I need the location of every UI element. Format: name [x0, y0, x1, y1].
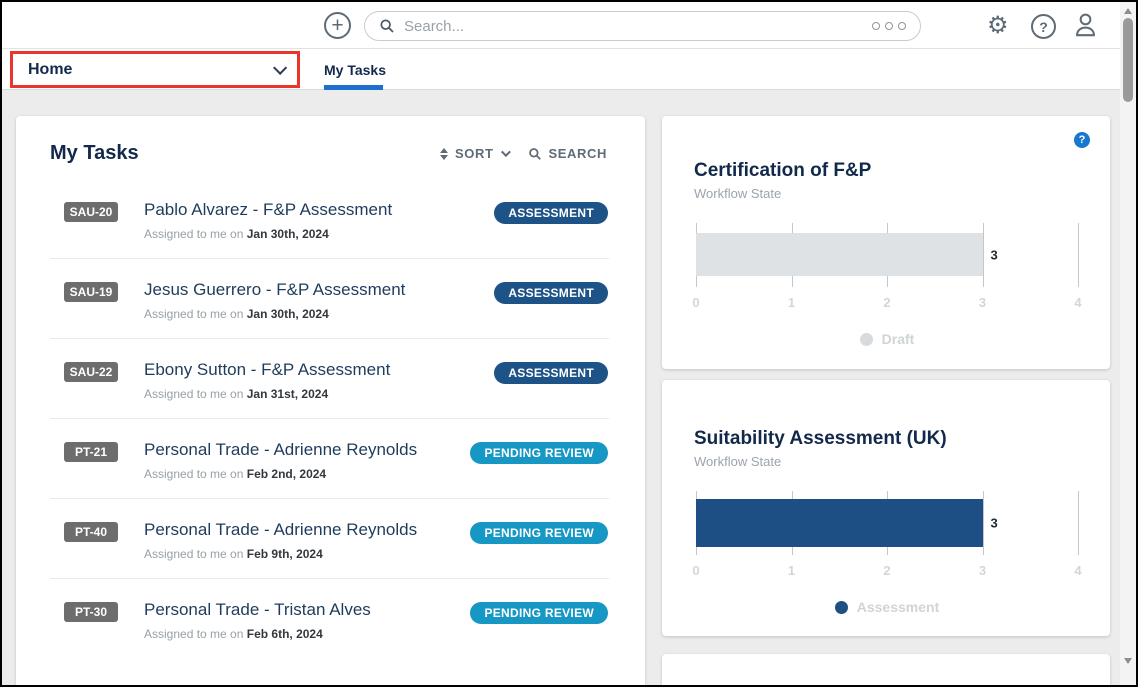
- task-assigned: Assigned to me on Jan 30th, 2024: [144, 307, 494, 321]
- task-title[interactable]: Jesus Guerrero - F&P Assessment: [144, 279, 494, 300]
- bar-value-label: 3: [991, 516, 998, 531]
- task-id-badge[interactable]: SAU-22: [64, 362, 118, 382]
- search-icon: [528, 147, 542, 161]
- task-id-badge[interactable]: PT-30: [64, 602, 118, 622]
- home-dropdown[interactable]: Home: [10, 51, 300, 88]
- settings-gear-icon[interactable]: ⚙: [987, 13, 1009, 38]
- legend-dot: [860, 333, 873, 346]
- status-badge: PENDING REVIEW: [470, 442, 608, 464]
- tab-my-tasks[interactable]: My Tasks: [324, 49, 386, 90]
- task-id-badge[interactable]: SAU-19: [64, 282, 118, 302]
- task-title[interactable]: Personal Trade - Tristan Alves: [144, 599, 470, 620]
- x-axis: 0 1 2 3 4: [696, 563, 1078, 579]
- chart-card-suitability: Suitability Assessment (UK) Workflow Sta…: [662, 380, 1110, 636]
- scroll-down-icon[interactable]: [1124, 658, 1132, 664]
- search-icon: [379, 18, 395, 34]
- legend-label: Assessment: [857, 599, 940, 615]
- bar-value-label: 3: [991, 248, 998, 263]
- chart-title: Certification of F&P: [694, 116, 1078, 182]
- chart-card-partial: [662, 654, 1110, 687]
- chart-card-certification: ? Certification of F&P Workflow State 3 …: [662, 116, 1110, 369]
- nav-bar: Home My Tasks: [2, 49, 1122, 90]
- search-label: SEARCH: [549, 146, 608, 161]
- chart-bar-draft[interactable]: [696, 233, 983, 276]
- task-title[interactable]: Personal Trade - Adrienne Reynolds: [144, 439, 470, 460]
- chart-title: Suitability Assessment (UK): [694, 380, 1078, 450]
- task-row[interactable]: SAU-22 Ebony Sutton - F&P Assessment Ass…: [16, 339, 645, 419]
- x-axis: 0 1 2 3 4: [696, 295, 1078, 311]
- task-assigned: Assigned to me on Jan 31st, 2024: [144, 387, 494, 401]
- chart-legend: Draft: [696, 331, 1078, 347]
- task-row[interactable]: SAU-19 Jesus Guerrero - F&P Assessment A…: [16, 259, 645, 339]
- scroll-up-icon[interactable]: [1124, 8, 1132, 14]
- task-row[interactable]: PT-21 Personal Trade - Adrienne Reynolds…: [16, 419, 645, 499]
- search-placeholder: Search...: [404, 18, 872, 35]
- bar-chart: 3 0 1 2 3 4 Draft: [696, 223, 1078, 347]
- chart-subtitle: Workflow State: [694, 454, 1078, 469]
- task-id-badge[interactable]: SAU-20: [64, 202, 118, 222]
- task-row[interactable]: SAU-20 Pablo Alvarez - F&P Assessment As…: [16, 179, 645, 259]
- status-badge: ASSESSMENT: [494, 202, 608, 224]
- help-icon[interactable]: ?: [1031, 14, 1056, 39]
- sort-label: SORT: [455, 146, 494, 161]
- task-assigned: Assigned to me on Feb 2nd, 2024: [144, 467, 470, 481]
- global-search-input[interactable]: Search...: [364, 11, 921, 41]
- task-date: Feb 2nd, 2024: [247, 467, 326, 481]
- task-id-badge[interactable]: PT-21: [64, 442, 118, 462]
- task-list: SAU-20 Pablo Alvarez - F&P Assessment As…: [16, 179, 645, 659]
- chart-subtitle: Workflow State: [694, 186, 1078, 201]
- vertical-scrollbar[interactable]: [1120, 2, 1136, 685]
- chart-legend: Assessment: [696, 599, 1078, 615]
- scrollbar-thumb[interactable]: [1123, 18, 1133, 102]
- task-date: Jan 30th, 2024: [247, 227, 329, 241]
- legend-label: Draft: [882, 331, 915, 347]
- my-tasks-panel: My Tasks SORT SEARCH SAU-20 Pablo Alvare…: [16, 116, 645, 687]
- active-tab-indicator: [324, 85, 383, 90]
- status-badge: PENDING REVIEW: [470, 602, 608, 624]
- chart-bar-assessment[interactable]: [696, 499, 983, 547]
- user-profile-icon[interactable]: [1072, 11, 1099, 43]
- task-date: Jan 31st, 2024: [247, 387, 328, 401]
- task-title[interactable]: Ebony Sutton - F&P Assessment: [144, 359, 494, 380]
- task-assigned: Assigned to me on Feb 9th, 2024: [144, 547, 470, 561]
- status-badge: ASSESSMENT: [494, 362, 608, 384]
- top-bar: + Search... ⚙ ?: [2, 2, 1122, 49]
- task-row[interactable]: PT-30 Personal Trade - Tristan Alves Ass…: [16, 579, 645, 659]
- app-window: + Search... ⚙ ? Home My Tasks My Tasks S…: [0, 0, 1138, 687]
- chevron-down-icon: [273, 60, 287, 74]
- task-row[interactable]: PT-40 Personal Trade - Adrienne Reynolds…: [16, 499, 645, 579]
- help-icon[interactable]: ?: [1074, 132, 1090, 148]
- task-date: Feb 9th, 2024: [247, 547, 323, 561]
- chevron-down-icon: [500, 147, 510, 157]
- task-assigned: Assigned to me on Jan 30th, 2024: [144, 227, 494, 241]
- search-options-icon[interactable]: [872, 22, 906, 30]
- search-tasks-button[interactable]: SEARCH: [528, 146, 608, 161]
- panel-title: My Tasks: [50, 142, 139, 165]
- bar-chart: 3 0 1 2 3 4 Assessment: [696, 491, 1078, 615]
- add-icon[interactable]: +: [324, 12, 351, 39]
- task-title[interactable]: Pablo Alvarez - F&P Assessment: [144, 199, 494, 220]
- legend-dot: [835, 601, 848, 614]
- task-id-badge[interactable]: PT-40: [64, 522, 118, 542]
- task-title[interactable]: Personal Trade - Adrienne Reynolds: [144, 519, 470, 540]
- home-dropdown-label: Home: [28, 61, 72, 79]
- status-badge: ASSESSMENT: [494, 282, 608, 304]
- status-badge: PENDING REVIEW: [470, 522, 608, 544]
- task-assigned: Assigned to me on Feb 6th, 2024: [144, 627, 470, 641]
- task-date: Jan 30th, 2024: [247, 307, 329, 321]
- sort-button[interactable]: SORT: [440, 146, 508, 161]
- sort-icon: [440, 148, 448, 160]
- task-date: Feb 6th, 2024: [247, 627, 323, 641]
